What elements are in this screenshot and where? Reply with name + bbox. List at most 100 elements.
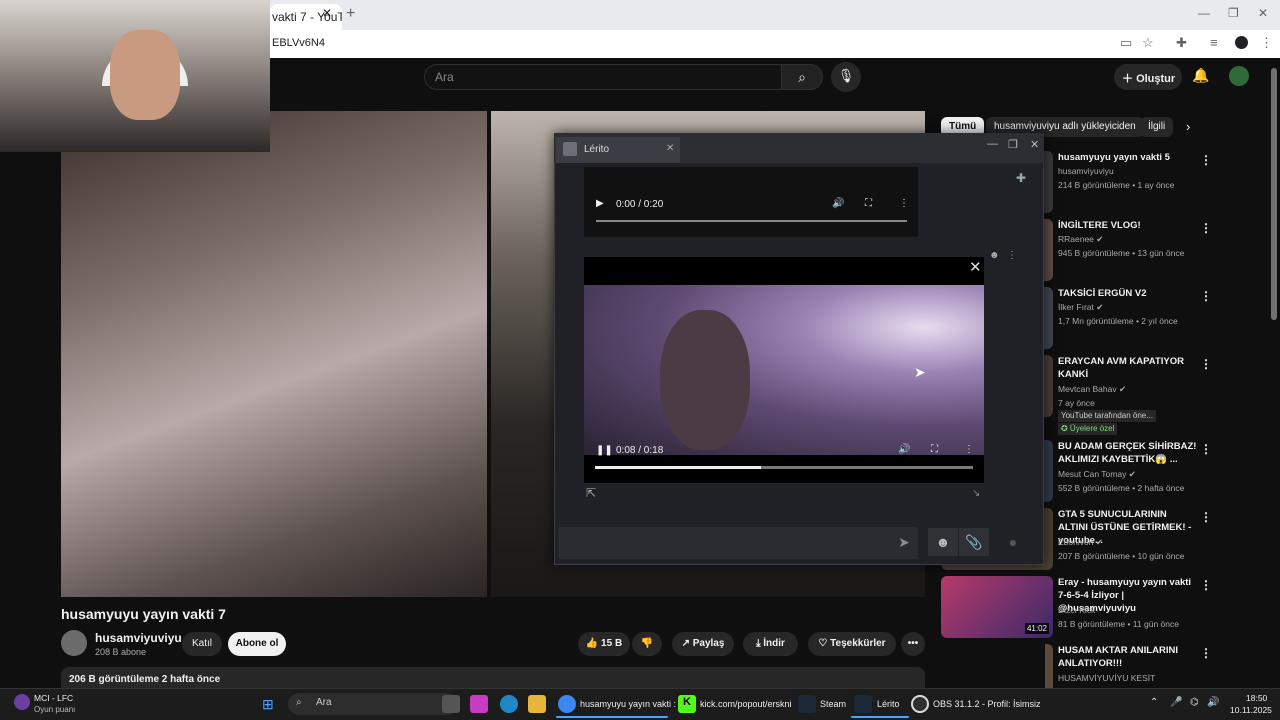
close-icon[interactable]: ✕ (969, 258, 982, 276)
channel-avatar[interactable] (61, 630, 87, 656)
page-scrollbar[interactable] (1271, 68, 1277, 320)
close-icon[interactable]: ✕ (666, 143, 674, 154)
edge-icon[interactable] (500, 695, 518, 713)
media-control-icon[interactable]: ≡ (1210, 35, 1218, 50)
list-item[interactable]: TAKSİCİ ERGÜN V2 İlker Fırat ✔ 1,7 Mn gö… (941, 287, 1265, 349)
chat-minimize-button[interactable]: — (987, 138, 998, 150)
create-button[interactable]: ＋ Oluştur (1114, 64, 1182, 90)
rec-channel[interactable]: İlker Fırat ✔ (1058, 302, 1103, 313)
mic-icon[interactable]: 🎙 (831, 62, 861, 92)
widget-icon[interactable] (14, 694, 30, 710)
network-icon[interactable]: ⌬ (1190, 697, 1199, 708)
rec-channel[interactable]: RRaenee ✔ (1058, 234, 1103, 245)
taskbar-search[interactable]: Ara (288, 693, 458, 715)
audio-progress-bar[interactable] (596, 220, 907, 222)
file-explorer-icon[interactable] (528, 695, 546, 713)
steam-chat-icon[interactable] (854, 695, 872, 713)
more-vert-icon[interactable]: ⋮ (1200, 153, 1212, 167)
volume-icon[interactable]: 🔊 (898, 444, 910, 455)
rec-channel[interactable]: HUSAMVİYUVİYU KESİT (1058, 673, 1155, 683)
fullscreen-icon[interactable]: ⛶ (865, 198, 872, 209)
window-close-button[interactable]: ✕ (1258, 6, 1268, 20)
chevron-right-icon[interactable]: › (1186, 119, 1190, 134)
rec-title[interactable]: HUSAM AKTAR ANILARINI ANLATIYOR!!! (1058, 644, 1198, 670)
obs-icon[interactable] (911, 695, 929, 713)
emoji-icon[interactable]: ☻ (989, 250, 1000, 261)
join-button[interactable]: Katıl (182, 632, 222, 656)
chat-close-button[interactable]: ✕ (1030, 138, 1039, 151)
steam-icon[interactable] (798, 695, 816, 713)
search-icon[interactable]: ⌕ (781, 64, 823, 90)
taskbar-app-steam[interactable]: Steam (820, 699, 846, 709)
widget-title[interactable]: MCI - LFC (34, 693, 73, 703)
list-item[interactable]: İNGİLTERE VLOG! RRaenee ✔ 945 B görüntül… (941, 219, 1265, 281)
avatar[interactable] (1229, 66, 1249, 86)
media-menu-icon[interactable]: ⋮ (964, 444, 974, 455)
dislike-button[interactable]: 👎 (632, 632, 662, 656)
chrome-icon[interactable] (558, 695, 576, 713)
rec-channel[interactable]: Dizcı Kick (1058, 605, 1095, 615)
attach-icon[interactable]: 📎 (959, 528, 989, 556)
video-thumbnail[interactable] (1045, 644, 1053, 688)
play-icon[interactable]: ▶ (596, 198, 604, 209)
rec-title[interactable]: TAKSİCİ ERGÜN V2 (1058, 287, 1198, 300)
rec-title[interactable]: ERAYCAN AVM KAPATIYOR KANKİ (1058, 355, 1198, 381)
more-actions-button[interactable]: ••• (901, 632, 925, 656)
list-item[interactable]: GTA 5 SUNUCULARININ ALTINI ÜSTÜNE GETİRM… (941, 508, 1265, 570)
speaker-icon[interactable]: 🔊 (1207, 697, 1219, 708)
chip-related[interactable]: İlgili (1140, 117, 1174, 137)
list-item[interactable]: 41:02 Eray - husamyuyu yayın vakti 7-6-5… (941, 576, 1265, 638)
emoticon-icon[interactable]: ☻ (928, 528, 958, 556)
maximize-button[interactable]: ❐ (1228, 6, 1239, 20)
rec-title[interactable]: BU ADAM GERÇEK SİHİRBAZ! AKLIMIZI KAYBET… (1058, 440, 1198, 466)
message-menu-icon[interactable]: ⋮ (1007, 250, 1017, 261)
bell-icon[interactable]: 🔔 (1192, 67, 1209, 84)
message-input[interactable] (558, 527, 918, 559)
subscribe-button[interactable]: Abone ol (228, 632, 286, 656)
pause-icon[interactable]: ❚❚ (596, 445, 613, 456)
rec-channel[interactable]: Ebonivon ✔ (1058, 537, 1103, 548)
channel-name[interactable]: husamviyuviyu (95, 631, 182, 645)
more-vert-icon[interactable]: ⋮ (1200, 646, 1212, 660)
cast-icon[interactable]: ▭ (1120, 35, 1132, 51)
search-input[interactable]: Ara (424, 64, 782, 90)
url-text[interactable]: EBLVv6N4 (272, 37, 325, 49)
copilot-icon[interactable] (470, 695, 488, 713)
send-icon[interactable]: ➤ (890, 530, 918, 556)
fullscreen-icon[interactable]: ⛶ (931, 444, 938, 455)
new-tab-button[interactable]: + (346, 5, 355, 23)
voice-icon[interactable]: ● (998, 528, 1028, 556)
list-item[interactable]: ERAYCAN AVM KAPATIYOR KANKİ Mevtcan Baha… (941, 355, 1265, 435)
tray-overflow-icon[interactable]: ⌃ (1150, 697, 1158, 708)
list-item[interactable]: HUSAM AKTAR ANILARINI ANLATIYOR!!! HUSAM… (1045, 644, 1265, 688)
rec-title[interactable]: İNGİLTERE VLOG! (1058, 219, 1198, 232)
clock-date[interactable]: 10.11.2025 (1230, 705, 1272, 715)
microphone-tray-icon[interactable]: 🎤 (1170, 697, 1182, 708)
taskbar-app-kick[interactable]: kick.com/popout/erskni (700, 699, 792, 709)
task-view-icon[interactable] (442, 695, 460, 713)
rec-channel[interactable]: Mevtcan Bahav ✔ (1058, 384, 1126, 395)
download-button[interactable]: ⤓ İndir (743, 632, 798, 656)
profile-icon[interactable] (1235, 36, 1248, 49)
taskbar-app-obs[interactable]: OBS 31.1.2 - Profil: İsimsiz (933, 699, 1041, 709)
video-thumbnail[interactable]: 41:02 (941, 576, 1053, 638)
like-button[interactable]: 👍 15 B (578, 632, 630, 656)
more-vert-icon[interactable]: ⋮ (1200, 357, 1212, 371)
more-vert-icon[interactable]: ⋮ (1200, 578, 1212, 592)
bookmark-star-icon[interactable]: ☆ (1142, 35, 1154, 51)
add-friend-icon[interactable]: ✚ (1016, 171, 1026, 185)
more-vert-icon[interactable]: ⋮ (1200, 510, 1212, 524)
chat-maximize-button[interactable]: ❐ (1008, 138, 1018, 151)
more-vert-icon[interactable]: ⋮ (1200, 289, 1212, 303)
popout-icon[interactable]: ⇱ (586, 486, 596, 500)
kick-icon[interactable]: K (678, 695, 696, 713)
volume-icon[interactable]: 🔊 (832, 198, 844, 209)
list-item[interactable]: husamyuyu yayın vakti 5 husamviyuviyu 21… (941, 151, 1265, 213)
menu-icon[interactable]: ⋮ (1260, 35, 1273, 51)
video-player-left-half[interactable] (61, 111, 487, 597)
taskbar-app-lerito[interactable]: Lérito (877, 699, 900, 709)
thanks-button[interactable]: ♡ Teşekkürler (808, 632, 896, 656)
extensions-icon[interactable]: ✚ (1176, 35, 1187, 51)
rec-channel[interactable]: husamviyuviyu (1058, 166, 1114, 176)
rec-channel[interactable]: Mesut Can Tomay ✔ (1058, 469, 1136, 480)
